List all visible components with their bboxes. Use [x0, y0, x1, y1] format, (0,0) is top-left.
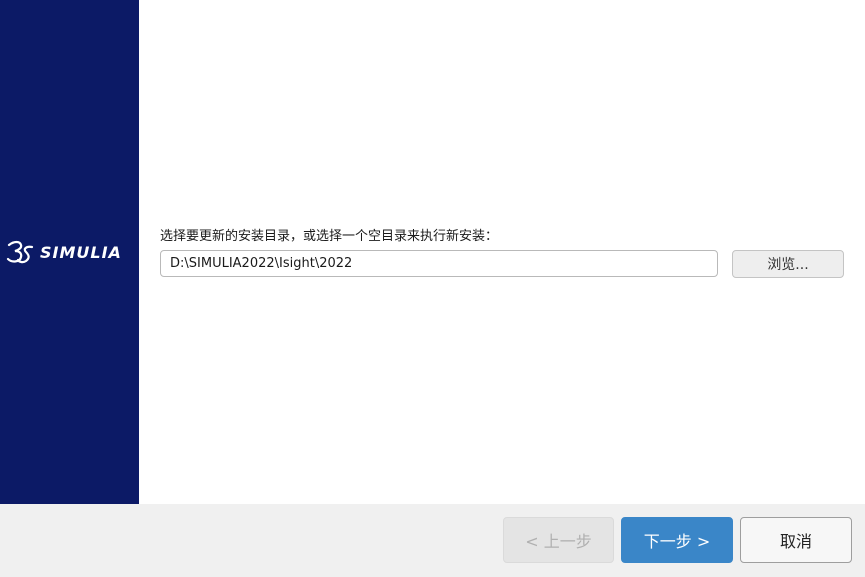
- 3ds-logo-icon: [6, 240, 34, 264]
- sidebar-banner: SIMULIA: [0, 0, 139, 504]
- next-button[interactable]: 下一步 >: [621, 517, 733, 563]
- back-button[interactable]: < 上一步: [503, 517, 614, 563]
- cancel-button[interactable]: 取消: [740, 517, 852, 563]
- browse-button[interactable]: 浏览...: [732, 250, 844, 278]
- installer-window: SIMULIA 选择要更新的安装目录，或选择一个空目录来执行新安装： 浏览...…: [0, 0, 865, 577]
- install-path-input[interactable]: [160, 250, 718, 277]
- logo-text: SIMULIA: [40, 242, 122, 262]
- simulia-logo: SIMULIA: [6, 238, 122, 266]
- install-dir-prompt: 选择要更新的安装目录，或选择一个空目录来执行新安装：: [160, 229, 499, 244]
- footer-bar: < 上一步 下一步 > 取消: [0, 504, 865, 577]
- main-panel: 选择要更新的安装目录，或选择一个空目录来执行新安装： 浏览...: [139, 0, 865, 504]
